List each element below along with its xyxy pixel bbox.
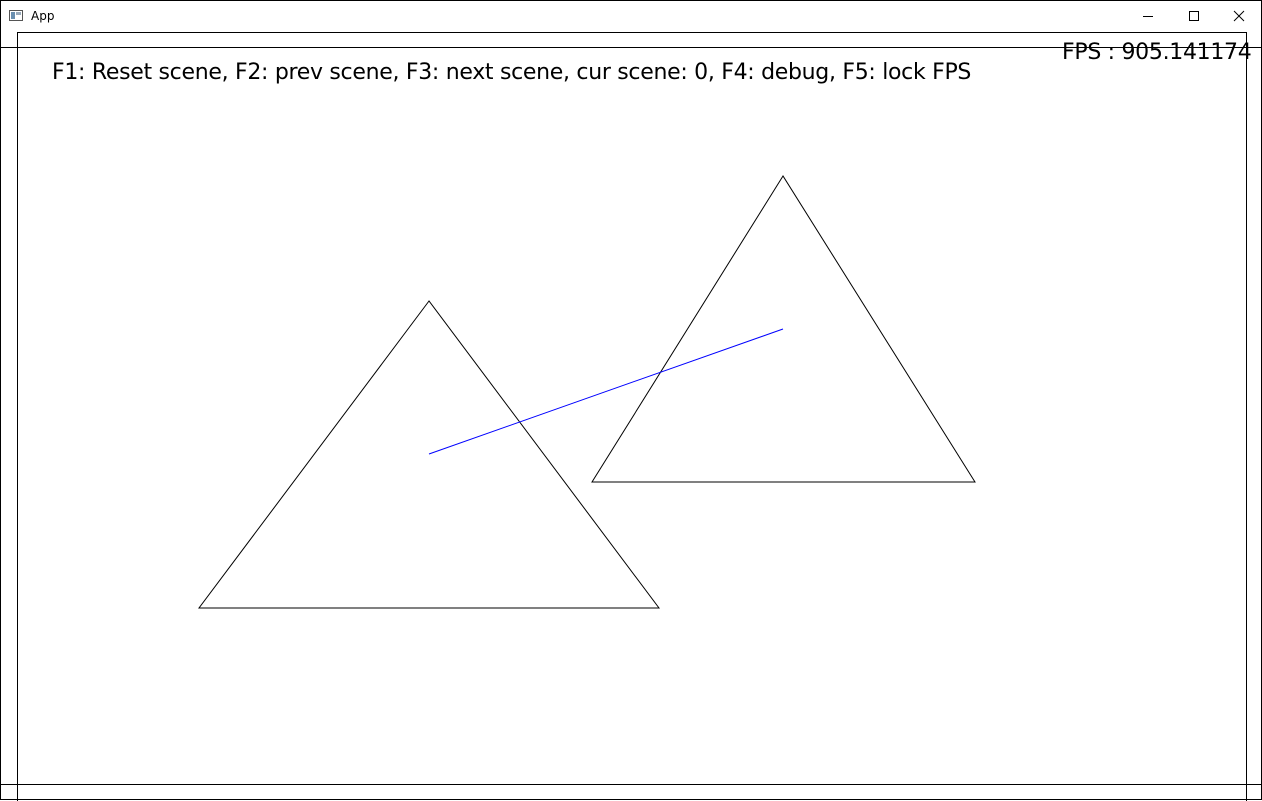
triangle-left[interactable]: [198, 300, 660, 609]
app-window: App F1: Reset scene, F2: prev scene, F3:…: [0, 0, 1262, 801]
viewport-frame: [1, 32, 1262, 801]
fps-counter: FPS : 905.141174: [1062, 40, 1252, 65]
help-text: F1: Reset scene, F2: prev scene, F3: nex…: [52, 60, 972, 85]
connector-line: [428, 328, 784, 455]
render-canvas[interactable]: [1, 1, 1262, 801]
triangle-right[interactable]: [591, 175, 976, 483]
